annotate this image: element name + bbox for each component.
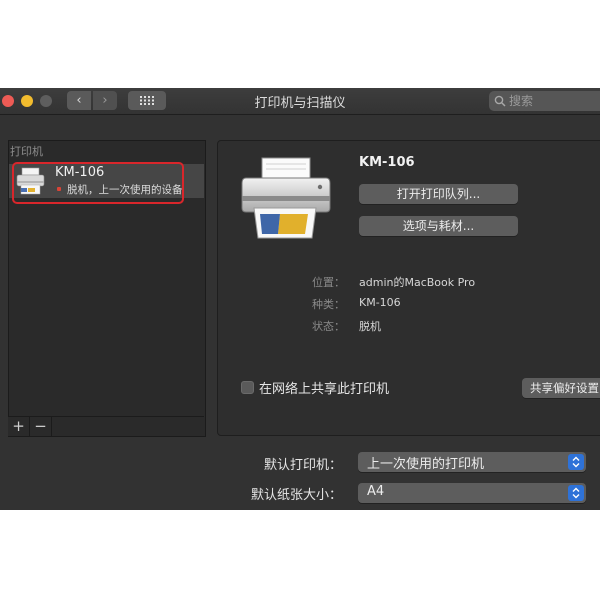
printers-scanners-window: ‹ › 打印机与扫描仪 打印机 xyxy=(0,88,600,510)
popup-stepper xyxy=(568,485,584,501)
detail-printer-name: KM-106 xyxy=(359,155,415,170)
search-input[interactable] xyxy=(509,92,599,110)
default-printer-select[interactable]: 上一次使用的打印机 xyxy=(358,452,586,472)
list-tool-bar: + − xyxy=(8,416,204,436)
chevron-updown-icon xyxy=(572,456,580,468)
printer-list-heading: 打印机 xyxy=(10,145,43,158)
title-bar: ‹ › 打印机与扫描仪 xyxy=(0,88,600,115)
default-printer-value: 上一次使用的打印机 xyxy=(367,457,485,472)
options-supplies-button[interactable]: 选项与耗材... xyxy=(359,216,518,236)
chevron-updown-icon xyxy=(572,487,580,499)
kind-label: 种类： xyxy=(312,298,345,311)
share-printer-label[interactable]: 在网络上共享此打印机 xyxy=(259,378,389,397)
sharing-preferences-button[interactable]: 共享偏好设置... xyxy=(522,378,600,398)
selection-highlight-annotation xyxy=(12,162,184,204)
large-printer-icon xyxy=(241,157,331,239)
default-paper-label: 默认纸张大小： xyxy=(250,488,342,503)
open-print-queue-button[interactable]: 打开打印队列... xyxy=(359,184,518,204)
default-printer-label: 默认打印机： xyxy=(263,458,342,473)
location-label: 位置： xyxy=(312,276,345,289)
status-label: 状态： xyxy=(312,320,345,333)
popup-stepper xyxy=(568,454,584,470)
default-paper-value: A4 xyxy=(367,484,385,499)
add-printer-button[interactable]: + xyxy=(8,417,30,436)
search-icon xyxy=(494,95,506,107)
kind-value: KM-106 xyxy=(359,296,401,309)
status-value: 脱机 xyxy=(359,320,381,333)
location-value: admin的MacBook Pro xyxy=(359,276,476,289)
share-printer-checkbox[interactable] xyxy=(241,381,254,394)
default-paper-select[interactable]: A4 xyxy=(358,483,586,503)
search-field[interactable] xyxy=(489,91,600,111)
remove-printer-button[interactable]: − xyxy=(30,417,52,436)
